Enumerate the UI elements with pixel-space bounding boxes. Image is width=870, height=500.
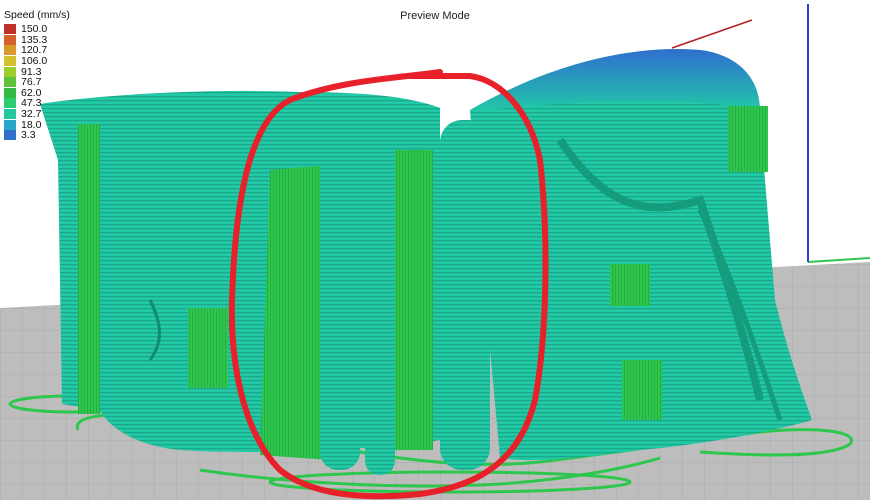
legend-label: 47.3 [21, 97, 42, 110]
legend-item: 76.7 [4, 77, 70, 88]
legend-label: 62.0 [21, 86, 42, 99]
preview-mode-title: Preview Mode [400, 10, 470, 22]
preview-viewport[interactable]: Preview Mode Speed (mm/s) 150.0 135.3 12… [0, 0, 870, 500]
legend-swatch [4, 130, 16, 141]
legend-item: 3.3 [4, 130, 70, 141]
model-left-block [40, 90, 490, 475]
legend-label: 106.0 [21, 55, 48, 68]
legend-label: 120.7 [21, 44, 48, 57]
legend-label: 3.3 [21, 129, 36, 142]
legend-title: Speed (mm/s) [4, 9, 70, 21]
legend-label: 91.3 [21, 65, 42, 78]
legend-swatch [4, 119, 16, 130]
legend-item: 106.0 [4, 56, 70, 67]
legend-swatch [4, 45, 16, 56]
legend-swatch [4, 87, 16, 98]
legend-label: 18.0 [21, 118, 42, 131]
legend-label: 32.7 [21, 108, 42, 121]
legend-label: 76.7 [21, 76, 42, 89]
legend-swatch [4, 66, 16, 77]
legend-swatch [4, 56, 16, 67]
legend-swatch [4, 109, 16, 120]
legend-item: 32.7 [4, 109, 70, 120]
legend-label: 135.3 [21, 33, 48, 46]
x-axis-line [807, 257, 870, 263]
y-axis-line [671, 19, 753, 49]
legend-item: 150.0 [4, 24, 70, 35]
legend-swatch [4, 34, 16, 45]
legend-swatch [4, 77, 16, 88]
legend-label: 150.0 [21, 23, 48, 36]
speed-legend: Speed (mm/s) 150.0 135.3 120.7 106.0 91.… [4, 9, 70, 141]
legend-item: 18.0 [4, 119, 70, 130]
legend-swatch [4, 98, 16, 109]
legend-swatch [4, 24, 16, 35]
3d-scene[interactable] [0, 0, 870, 500]
